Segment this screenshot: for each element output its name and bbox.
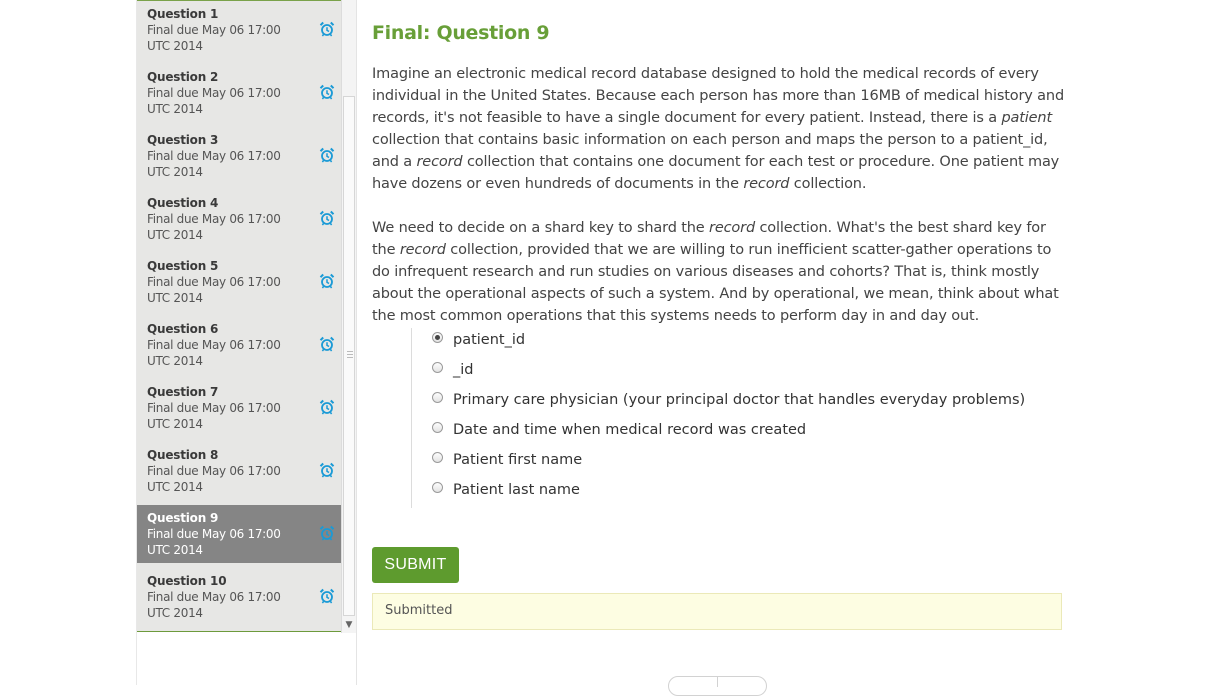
choice-label: _id: [453, 362, 474, 378]
alarm-clock-icon: [319, 462, 335, 478]
submission-status: Submitted: [372, 593, 1062, 630]
alarm-clock-icon: [319, 147, 335, 163]
sidebar-item-due-tz: UTC 2014: [147, 417, 203, 431]
choice-option[interactable]: Patient first name: [432, 448, 582, 472]
choice-label: Patient last name: [453, 482, 580, 498]
sidebar-item-due-tz: UTC 2014: [147, 228, 203, 242]
sidebar-item-question-6[interactable]: Question 6 Final due May 06 17:00 UTC 20…: [137, 316, 341, 374]
alarm-clock-icon: [319, 399, 335, 415]
sidebar-item-question-4[interactable]: Question 4 Final due May 06 17:00 UTC 20…: [137, 190, 341, 248]
sidebar-item-title: Question 10: [147, 574, 227, 588]
choice-option[interactable]: _id: [432, 358, 473, 382]
sidebar-item-title: Question 7: [147, 385, 219, 399]
choice-option[interactable]: Date and time when medical record was cr…: [432, 418, 806, 442]
sidebar-item-due-date: Final due May 06 17:00: [147, 86, 281, 100]
radio-button[interactable]: [432, 481, 443, 493]
alarm-clock-icon: [319, 273, 335, 289]
sidebar-item-due-date: Final due May 06 17:00: [147, 401, 281, 415]
sidebar-item-title: Question 4: [147, 196, 219, 210]
radio-button[interactable]: [432, 331, 443, 343]
choice-label: patient_id: [453, 332, 526, 348]
sidebar-item-title: Question 5: [147, 259, 219, 273]
sidebar-item-due-date: Final due May 06 17:00: [147, 23, 281, 37]
alarm-clock-icon: [319, 588, 335, 604]
question-sidebar: Question 1 Final due May 06 17:00 UTC 20…: [137, 0, 341, 632]
problem-paragraph-2: We need to decide on a shard key to shar…: [372, 220, 1059, 324]
sidebar-item-question-7[interactable]: Question 7 Final due May 06 17:00 UTC 20…: [137, 379, 341, 437]
scroll-down-arrow-icon[interactable]: ▼: [343, 619, 355, 631]
choice-label: Date and time when medical record was cr…: [453, 422, 807, 438]
alarm-clock-icon: [319, 525, 335, 541]
sidebar-item-due-date: Final due May 06 17:00: [147, 212, 281, 226]
choice-option[interactable]: patient_id: [432, 328, 525, 352]
radio-button[interactable]: [432, 361, 443, 373]
sidebar-item-due-tz: UTC 2014: [147, 354, 203, 368]
alarm-clock-icon: [319, 84, 335, 100]
alarm-clock-icon: [319, 21, 335, 37]
sidebar-item-due-date: Final due May 06 17:00: [147, 275, 281, 289]
sidebar-item-question-8[interactable]: Question 8 Final due May 06 17:00 UTC 20…: [137, 442, 341, 500]
sidebar-item-due-tz: UTC 2014: [147, 291, 203, 305]
sidebar-item-due-tz: UTC 2014: [147, 39, 203, 53]
sidebar-item-title: Question 3: [147, 133, 219, 147]
sidebar-item-question-5[interactable]: Question 5 Final due May 06 17:00 UTC 20…: [137, 253, 341, 311]
problem-paragraph-1: Imagine an electronic medical record dat…: [372, 66, 1065, 192]
sidebar-item-title: Question 6: [147, 322, 219, 336]
sidebar-item-due-date: Final due May 06 17:00: [147, 338, 281, 352]
alarm-clock-icon: [319, 336, 335, 352]
sidebar-item-question-3[interactable]: Question 3 Final due May 06 17:00 UTC 20…: [137, 127, 341, 185]
sidebar-item-due-date: Final due May 06 17:00: [147, 464, 281, 478]
status-text: Submitted: [385, 603, 453, 618]
scrollbar-thumb[interactable]: [343, 96, 355, 616]
sidebar-item-question-9[interactable]: Question 9 Final due May 06 17:00 UTC 20…: [137, 505, 341, 563]
choice-option[interactable]: Primary care physician (your principal d…: [432, 388, 1025, 412]
sidebar-item-question-1[interactable]: Question 1 Final due May 06 17:00 UTC 20…: [137, 1, 341, 59]
sidebar-item-due-tz: UTC 2014: [147, 543, 203, 557]
sidebar-item-due-date: Final due May 06 17:00: [147, 590, 281, 604]
sidebar-item-due-tz: UTC 2014: [147, 606, 203, 620]
radio-button[interactable]: [432, 421, 443, 433]
problem-title: Final: Question 9: [372, 22, 550, 44]
scrollbar-grip-icon: [347, 351, 353, 360]
sidebar-item-title: Question 8: [147, 448, 219, 462]
alarm-clock-icon: [319, 210, 335, 226]
sidebar-item-due-date: Final due May 06 17:00: [147, 149, 281, 163]
right-column-border: [356, 0, 357, 685]
sidebar-item-due-tz: UTC 2014: [147, 480, 203, 494]
radio-button[interactable]: [432, 451, 443, 463]
sidebar-item-title: Question 9: [147, 511, 219, 525]
sidebar-item-due-date: Final due May 06 17:00: [147, 527, 281, 541]
sidebar-item-due-tz: UTC 2014: [147, 102, 203, 116]
sidebar-item-title: Question 1: [147, 7, 219, 21]
nav-divider: [717, 677, 718, 687]
sidebar-item-title: Question 2: [147, 70, 219, 84]
sidebar-item-question-2[interactable]: Question 2 Final due May 06 17:00 UTC 20…: [137, 64, 341, 122]
radio-button[interactable]: [432, 391, 443, 403]
sidebar-item-question-10[interactable]: Question 10 Final due May 06 17:00 UTC 2…: [137, 568, 341, 626]
submit-button[interactable]: SUBMIT: [372, 547, 459, 583]
choice-label: Primary care physician (your principal d…: [453, 392, 1026, 408]
sidebar-scrollbar[interactable]: ▼: [341, 0, 356, 633]
sidebar-item-due-tz: UTC 2014: [147, 165, 203, 179]
sequence-nav-buttons[interactable]: [668, 676, 767, 696]
choice-option[interactable]: Patient last name: [432, 478, 580, 502]
choice-label: Patient first name: [453, 452, 583, 468]
answer-choices: patient_id _id Primary care physician (y…: [411, 328, 1032, 508]
